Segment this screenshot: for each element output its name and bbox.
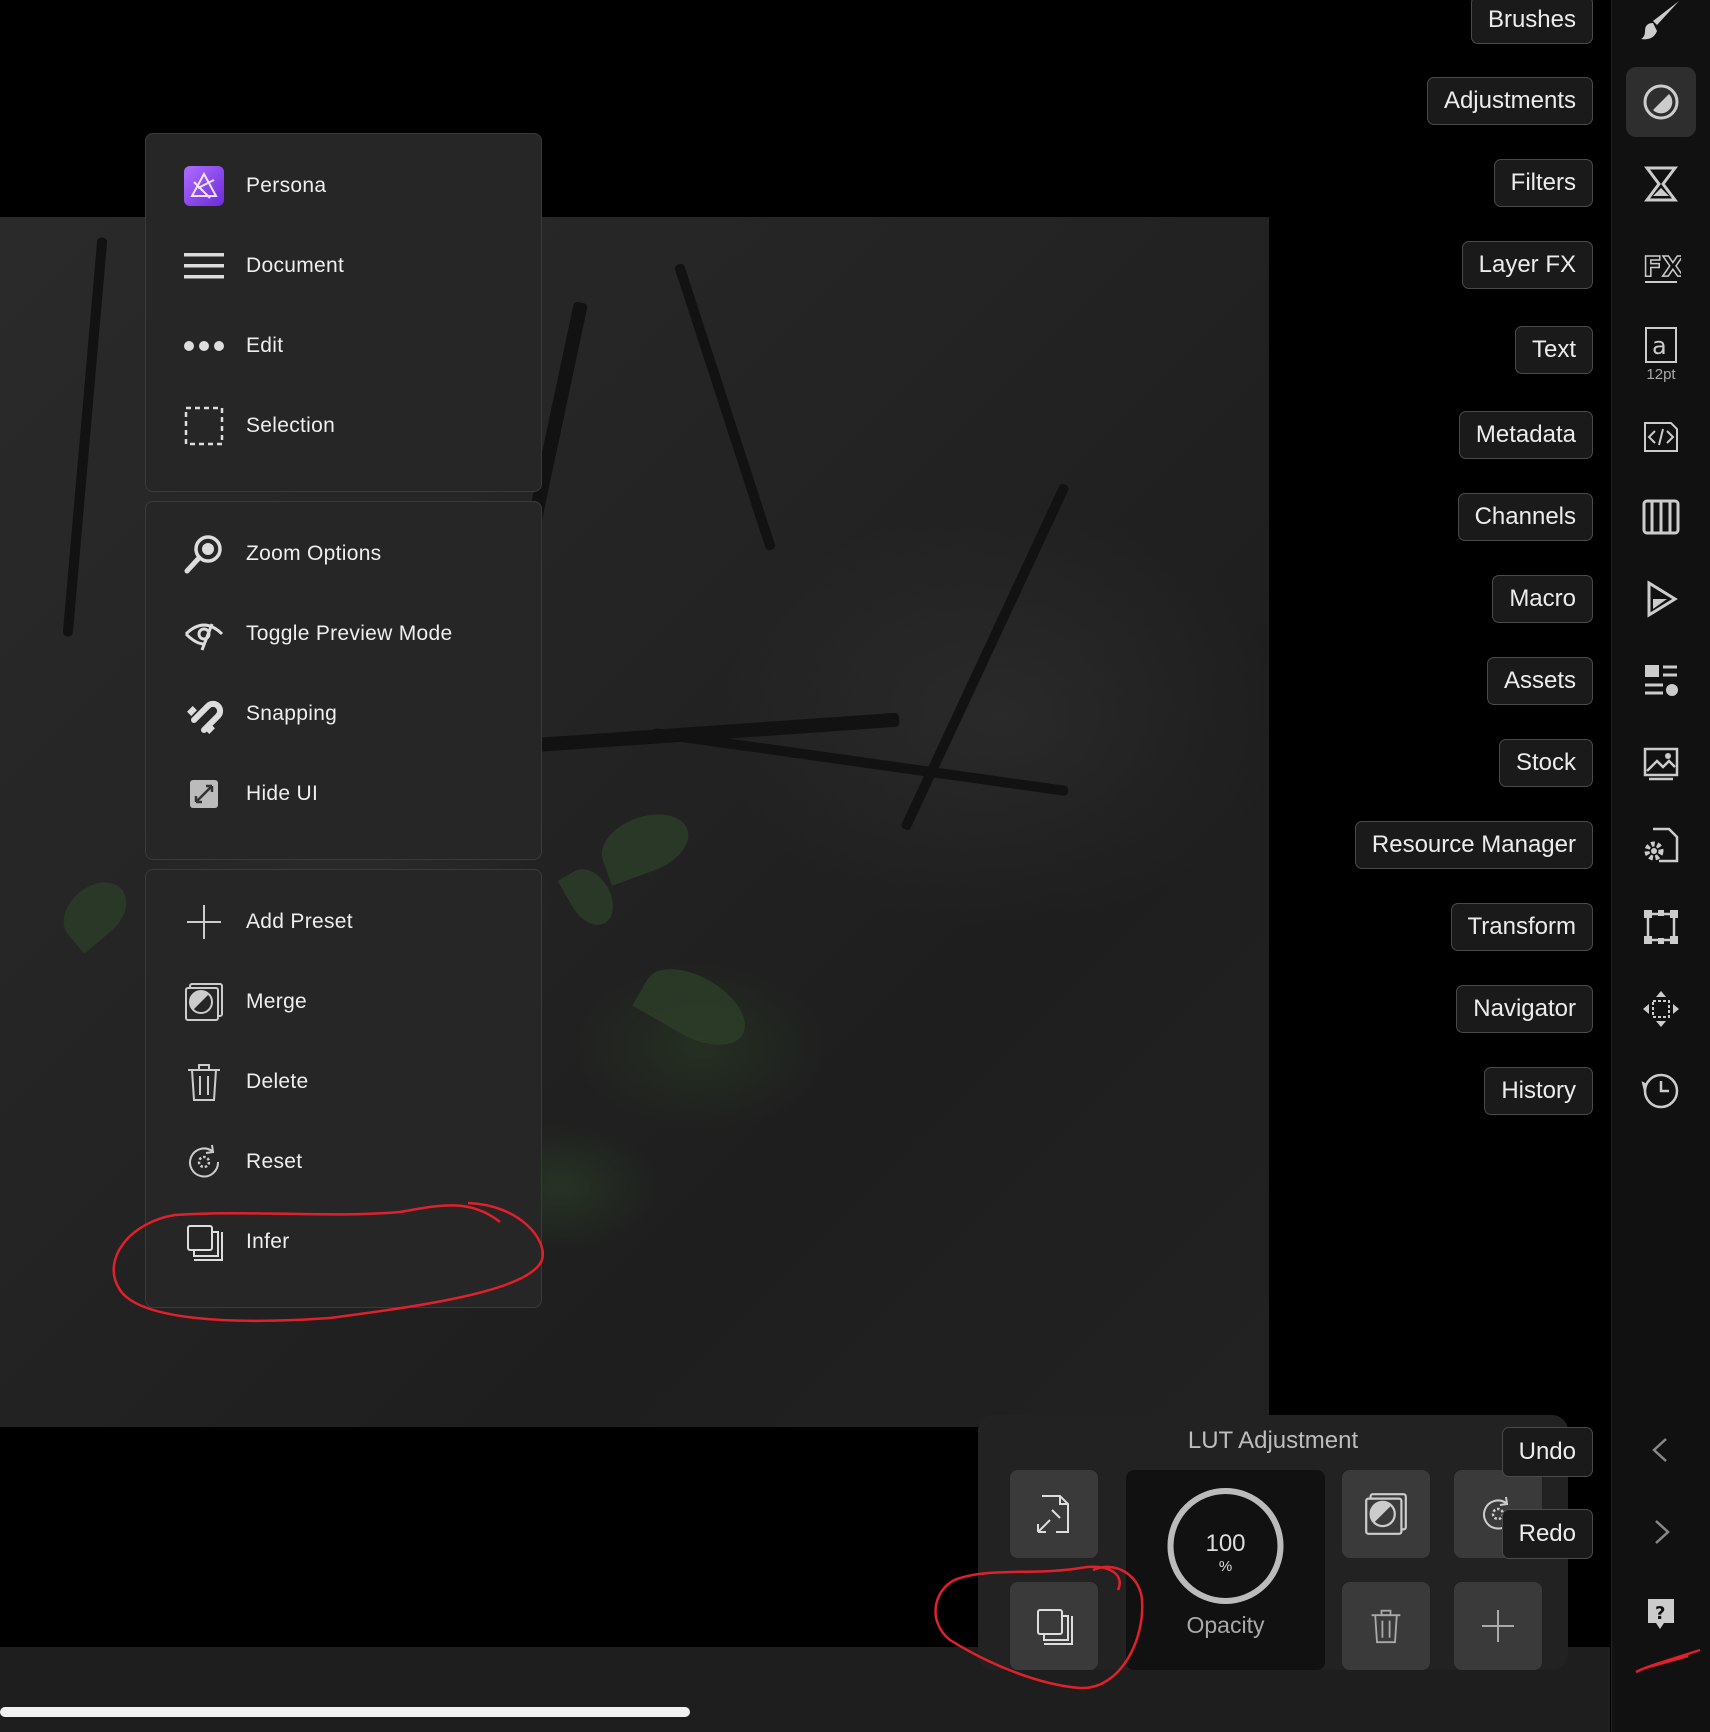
channels-icon[interactable] bbox=[1626, 482, 1696, 552]
menu-item-infer[interactable]: Infer bbox=[146, 1202, 541, 1282]
duplicate-icon bbox=[1037, 1609, 1073, 1645]
menu-item-label: Persona bbox=[246, 174, 327, 197]
svg-text:a: a bbox=[1652, 332, 1667, 360]
merge-icon bbox=[184, 982, 224, 1022]
navigator-icon[interactable] bbox=[1626, 974, 1696, 1044]
plus-icon bbox=[1482, 1610, 1514, 1642]
reset-icon bbox=[184, 1142, 224, 1182]
text-size-label: 12pt bbox=[1646, 365, 1676, 383]
preview-eye-icon bbox=[184, 614, 224, 654]
menu-item-delete[interactable]: Delete bbox=[146, 1042, 541, 1122]
studio-button-assets[interactable]: Assets bbox=[1486, 657, 1593, 705]
studio-button-transform[interactable]: Transform bbox=[1450, 903, 1593, 951]
studio-button-text[interactable]: Text bbox=[1514, 326, 1593, 374]
menu-item-label: Hide UI bbox=[246, 782, 319, 805]
menu-item-label: Edit bbox=[246, 334, 284, 357]
magnet-icon bbox=[184, 694, 224, 734]
opacity-label: Opacity bbox=[1186, 1612, 1265, 1638]
menu-item-label: Toggle Preview Mode bbox=[246, 622, 453, 645]
menu-item-label: Document bbox=[246, 254, 345, 277]
context-menu-group-view: Zoom Options Toggle Preview Mode Snappin… bbox=[145, 501, 542, 860]
macro-play-icon[interactable] bbox=[1626, 564, 1696, 634]
menu-item-toggle-preview[interactable]: Toggle Preview Mode bbox=[146, 594, 541, 674]
add-preset-button[interactable] bbox=[1454, 1582, 1542, 1670]
infer-button[interactable] bbox=[1010, 1582, 1098, 1670]
undo-button[interactable]: Undo bbox=[1501, 1427, 1593, 1477]
delete-button[interactable] bbox=[1342, 1582, 1430, 1670]
menu-item-label: Infer bbox=[246, 1230, 290, 1253]
opacity-dial[interactable]: 100 % Opacity bbox=[1126, 1470, 1325, 1670]
brush-icon[interactable] bbox=[1626, 0, 1696, 56]
transform-icon[interactable] bbox=[1626, 892, 1696, 962]
menu-item-label: Add Preset bbox=[246, 910, 353, 933]
selection-marquee-icon bbox=[184, 406, 224, 446]
filters-icon[interactable] bbox=[1626, 149, 1696, 219]
svg-text:FX: FX bbox=[1643, 250, 1681, 283]
ellipsis-icon bbox=[184, 326, 224, 366]
context-menu-group-preset: Add Preset Merge Delete Reset Infer bbox=[145, 869, 542, 1308]
menu-item-label: Zoom Options bbox=[246, 542, 382, 565]
menu-item-reset[interactable]: Reset bbox=[146, 1122, 541, 1202]
menu-item-label: Reset bbox=[246, 1150, 303, 1173]
menu-item-selection[interactable]: Selection bbox=[146, 386, 541, 466]
menu-item-zoom-options[interactable]: Zoom Options bbox=[146, 514, 541, 594]
studio-button-metadata[interactable]: Metadata bbox=[1458, 411, 1593, 459]
trash-icon bbox=[1371, 1609, 1401, 1644]
duplicate-icon bbox=[184, 1222, 224, 1262]
adjustments-icon[interactable] bbox=[1626, 67, 1696, 137]
history-icon[interactable] bbox=[1626, 1056, 1696, 1126]
context-menu-group-primary: Persona Document Edit Selection bbox=[145, 133, 542, 492]
menu-item-label: Snapping bbox=[246, 702, 338, 725]
studio-button-resource-manager[interactable]: Resource Manager bbox=[1354, 821, 1593, 869]
menu-item-edit[interactable]: Edit bbox=[146, 306, 541, 386]
menu-item-add-preset[interactable]: Add Preset bbox=[146, 882, 541, 962]
menu-item-label: Selection bbox=[246, 414, 336, 437]
affinity-photo-icon bbox=[184, 166, 224, 206]
studio-button-history[interactable]: History bbox=[1484, 1067, 1593, 1115]
chevron-right-icon[interactable] bbox=[1626, 1497, 1696, 1567]
lut-adjustment-panel: LUT Adjustment 100 % Opacity bbox=[978, 1415, 1568, 1670]
studio-button-filters[interactable]: Filters bbox=[1493, 159, 1593, 207]
studio-button-layer-fx[interactable]: Layer FX bbox=[1461, 241, 1593, 289]
help-icon[interactable]: ? bbox=[1626, 1579, 1696, 1649]
studio-toolbar: FX a 12pt ? bbox=[1611, 0, 1710, 1732]
hamburger-icon bbox=[184, 246, 224, 286]
redo-button[interactable]: Redo bbox=[1501, 1509, 1593, 1559]
stock-icon[interactable] bbox=[1626, 728, 1696, 798]
plus-icon bbox=[184, 902, 224, 942]
trash-icon bbox=[184, 1062, 224, 1102]
text-style-icon[interactable]: a 12pt bbox=[1626, 314, 1696, 394]
menu-item-document[interactable]: Document bbox=[146, 226, 541, 306]
menu-item-hide-ui[interactable]: Hide UI bbox=[146, 754, 541, 834]
studio-button-channels[interactable]: Channels bbox=[1457, 493, 1593, 541]
studio-button-stock[interactable]: Stock bbox=[1498, 739, 1593, 787]
studio-button-brushes[interactable]: Brushes bbox=[1470, 0, 1593, 44]
opacity-value: 100 bbox=[1205, 1530, 1246, 1557]
assets-icon[interactable] bbox=[1626, 646, 1696, 716]
opacity-unit: % bbox=[1218, 1558, 1233, 1575]
magnifier-icon bbox=[184, 534, 224, 574]
hide-ui-icon bbox=[184, 774, 224, 814]
metadata-icon[interactable] bbox=[1626, 400, 1696, 470]
merge-icon bbox=[1365, 1493, 1407, 1535]
studio-button-macro[interactable]: Macro bbox=[1492, 575, 1593, 623]
menu-item-snapping[interactable]: Snapping bbox=[146, 674, 541, 754]
svg-text:?: ? bbox=[1655, 1603, 1665, 1624]
file-expand-icon bbox=[1037, 1495, 1069, 1533]
load-lut-button[interactable] bbox=[1010, 1470, 1098, 1558]
studio-button-navigator[interactable]: Navigator bbox=[1456, 985, 1593, 1033]
merge-button[interactable] bbox=[1342, 1470, 1430, 1558]
fx-icon[interactable]: FX bbox=[1626, 231, 1696, 301]
home-indicator[interactable] bbox=[0, 1707, 690, 1717]
panel-title: LUT Adjustment bbox=[1187, 1427, 1359, 1454]
menu-item-label: Delete bbox=[246, 1070, 309, 1093]
chevron-left-icon[interactable] bbox=[1626, 1415, 1696, 1485]
menu-item-label: Merge bbox=[246, 990, 308, 1013]
resource-manager-icon[interactable] bbox=[1626, 810, 1696, 880]
menu-item-persona[interactable]: Persona bbox=[146, 146, 541, 226]
menu-item-merge[interactable]: Merge bbox=[146, 962, 541, 1042]
studio-button-adjustments[interactable]: Adjustments bbox=[1426, 77, 1593, 125]
